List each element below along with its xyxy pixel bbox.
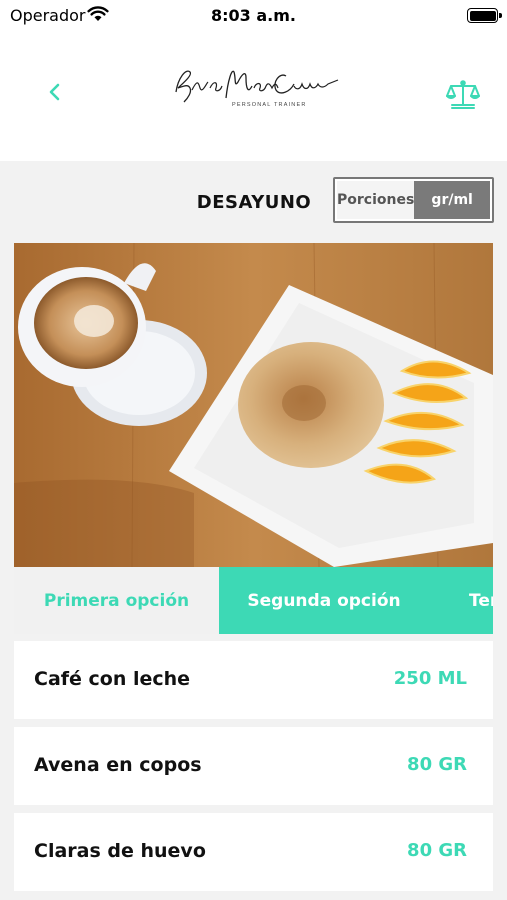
chevron-left-icon	[49, 83, 60, 101]
tab-second-option[interactable]: Segunda opción	[219, 567, 429, 634]
status-bar: Operador 8:03 a.m.	[0, 0, 507, 32]
ingredient-name: Claras de huevo	[34, 840, 206, 862]
meal-title: DESAYUNO	[196, 192, 312, 213]
meal-photo	[14, 243, 493, 567]
ingredient-quantity: 250 ML	[393, 668, 467, 689]
navigation-bar: PERSONAL TRAINER	[0, 32, 507, 161]
logo-tagline: PERSONAL TRAINER	[232, 102, 307, 108]
ingredient-card[interactable]: Avena en copos 80 GR	[14, 727, 493, 805]
tab-first-option[interactable]: Primera opción	[14, 567, 219, 634]
ingredient-quantity: 80 GR	[407, 754, 467, 775]
ingredient-card[interactable]: Claras de huevo 80 GR	[14, 813, 493, 891]
meal-header: DESAYUNO Porciones gr/ml	[0, 161, 507, 243]
balance-scale-icon	[446, 80, 480, 109]
ingredient-quantity: 80 GR	[407, 840, 467, 861]
ingredient-card[interactable]: Café con leche 250 ML	[14, 641, 493, 719]
ingredient-name: Café con leche	[34, 668, 191, 690]
nutrition-balance-button[interactable]	[446, 78, 480, 110]
battery-icon	[467, 8, 502, 23]
status-time: 8:03 a.m.	[211, 6, 296, 25]
option-tabs: Primera opción Segunda opción Tercera op…	[14, 567, 493, 634]
back-button[interactable]	[40, 77, 70, 107]
brand-logo: PERSONAL TRAINER	[168, 58, 344, 114]
ingredient-name: Avena en copos	[34, 754, 202, 776]
tab-third-option[interactable]: Tercera opción	[429, 567, 493, 634]
units-option-portions[interactable]: Porciones	[337, 181, 415, 219]
units-toggle[interactable]: Porciones gr/ml	[333, 177, 494, 223]
units-option-grams[interactable]: gr/ml	[414, 181, 490, 219]
